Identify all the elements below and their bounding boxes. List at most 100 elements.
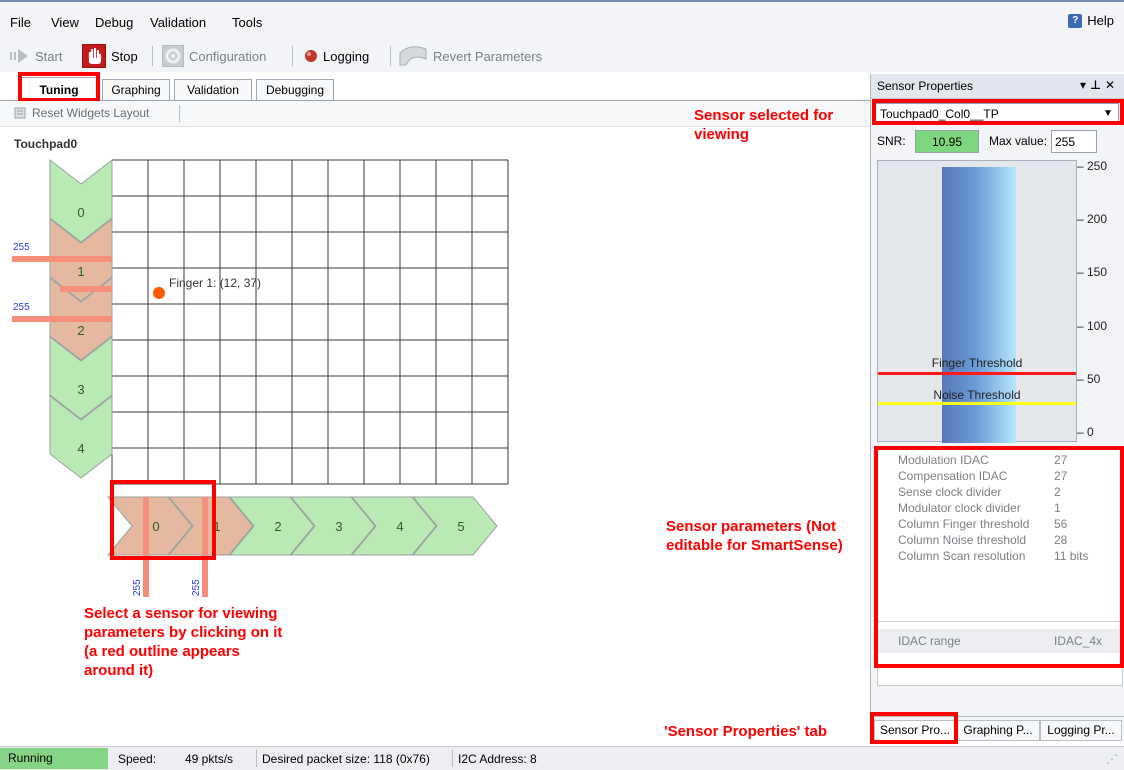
finger-threshold-label: Finger Threshold (931, 356, 1023, 371)
scale-tick-label: – 50 (1077, 371, 1101, 386)
row-sensor-label: 1 (77, 264, 84, 279)
finger-position-label: Finger 1: (12, 37) (169, 276, 261, 290)
scale-tick-label: – 0 (1077, 425, 1094, 439)
panel-title: Sensor Properties (877, 79, 974, 93)
snr-row: SNR: 10.95 Max value: 255 (875, 130, 1121, 154)
revert-parameters-button[interactable]: Revert Parameters (398, 44, 542, 68)
reset-widgets-layout-label: Reset Widgets Layout (32, 106, 150, 120)
max-value-label: Max value: (989, 134, 1048, 148)
column-sensor-label: 3 (335, 519, 342, 534)
toolbar: Start Stop Configuration Logging Revert … (0, 40, 1124, 72)
record-icon (305, 50, 317, 62)
column-sensor-label: 2 (274, 519, 281, 534)
revert-label: Revert Parameters (433, 48, 543, 64)
column-sensor-label: 4 (396, 519, 403, 534)
panel-header: Sensor Properties ▾⊥✕ (871, 74, 1124, 99)
touchpad-widget: 01234 012345 255255255 255 Finger 1: (12,… (12, 158, 509, 597)
row-sensor-label: 0 (77, 205, 84, 220)
speed-label: Speed: (118, 752, 157, 766)
start-arrow-icon (10, 49, 28, 63)
scale-tick-label: – 200 (1077, 212, 1108, 227)
toolbar-separator (292, 46, 293, 66)
toolbar-separator (390, 46, 391, 66)
touchpad-grid (111, 159, 509, 485)
signal-scale: – 250 – 200 – 150 – 100 – 50 – 0 (1077, 159, 1124, 442)
tab-graphing[interactable]: Graphing (102, 79, 170, 100)
help-book-icon: ? (1068, 13, 1083, 28)
panel-window-controls[interactable]: ▾⊥✕ (1080, 78, 1119, 92)
annotation-sensor-parameters: Sensor parameters (Not editable for Smar… (666, 518, 843, 554)
dropdown-arrow-icon[interactable]: ▾ (1080, 78, 1090, 92)
scale-tick-label: – 100 (1077, 318, 1108, 333)
menu-view[interactable]: View (51, 15, 79, 30)
stop-hand-icon (82, 44, 106, 68)
row-sensor-label: 2 (77, 323, 84, 338)
tuning-tab-highlight (18, 72, 100, 102)
row-signal-bar (60, 286, 112, 292)
widget-title: Touchpad0 (14, 137, 78, 151)
status-separator (256, 750, 257, 767)
menu-debug[interactable]: Debug (95, 15, 133, 30)
column-signal-value: 255 (191, 579, 202, 596)
logging-label: Logging (323, 48, 370, 64)
toolbar-separator (179, 105, 180, 122)
finger-threshold-line (878, 372, 1076, 376)
menu-tools[interactable]: Tools (232, 15, 262, 30)
row-signal-bar (12, 256, 112, 262)
status-bar: Running Speed: 49 pkts/s Desired packet … (0, 746, 1124, 770)
tab-validation[interactable]: Validation (174, 79, 252, 100)
tab-debugging[interactable]: Debugging (256, 79, 334, 100)
row-signal-value: 255 (13, 242, 30, 253)
pin-icon[interactable]: ⊥ (1090, 78, 1105, 92)
sensor-parameters-highlight (874, 446, 1124, 668)
scale-tick-label: – 150 (1077, 265, 1108, 280)
row-signal-value: 255 (13, 302, 30, 313)
configuration-label: Configuration (189, 48, 267, 64)
sensor-properties-tab-highlight (870, 712, 958, 744)
tab-logging-properties[interactable]: Logging Pr... (1040, 720, 1122, 741)
stop-button[interactable]: Stop (82, 44, 138, 68)
revert-icon (399, 46, 427, 66)
selected-sensor-outline (110, 480, 216, 560)
start-label: Start (35, 48, 63, 64)
column-signal-value: 255 (132, 579, 143, 596)
noise-threshold-line (878, 402, 1076, 406)
menu-validation[interactable]: Validation (150, 15, 206, 30)
annotation-sensor-selected: Sensor selected for viewing (694, 107, 834, 143)
document-tabs: Tuning Graphing Validation Debugging (0, 72, 870, 101)
snr-value: 10.95 (915, 130, 979, 153)
help-label: Help (1087, 13, 1114, 28)
menu-bar: File View Debug Validation Tools ? Help (0, 0, 1124, 40)
menu-file[interactable]: File (10, 15, 31, 30)
noise-threshold-label: Noise Threshold (933, 388, 1021, 403)
status-running: Running (0, 748, 108, 769)
column-sensor-label: 5 (457, 519, 464, 534)
configuration-icon (162, 45, 184, 67)
resize-grip-icon[interactable]: ⋰ (1106, 752, 1118, 766)
signal-bar-chart: Finger Threshold Noise Threshold (877, 160, 1077, 443)
configuration-button[interactable]: Configuration (162, 44, 266, 68)
logging-button[interactable]: Logging (304, 44, 369, 68)
speed-value: 49 pkts/s (185, 752, 234, 766)
tab-graphing-properties[interactable]: Graphing P... (956, 720, 1040, 741)
close-icon[interactable]: ✕ (1105, 78, 1119, 92)
annotation-sensor-properties-tab: 'Sensor Properties' tab (664, 723, 828, 740)
stop-label: Stop (111, 48, 138, 64)
reset-layout-icon (14, 107, 26, 119)
annotation-select-sensor: Select a sensor for viewing parameters b… (84, 605, 283, 679)
finger-marker (153, 287, 165, 299)
reset-widgets-layout-button[interactable]: Reset Widgets Layout (14, 106, 149, 120)
packet-size: Desired packet size: 118 (0x76) (262, 752, 430, 766)
help-menu[interactable]: ? Help (1068, 13, 1114, 28)
snr-label: SNR: (877, 134, 906, 148)
max-value-field[interactable]: 255 (1051, 130, 1097, 153)
start-button[interactable]: Start (10, 44, 62, 68)
scale-tick-label: – 250 (1077, 159, 1108, 173)
status-separator (452, 750, 453, 767)
sensor-select-highlight (872, 99, 1124, 125)
row-sensor-label: 4 (77, 441, 84, 456)
i2c-address: I2C Address: 8 (458, 752, 537, 766)
row-sensor-label: 3 (77, 382, 84, 397)
toolbar-separator (152, 46, 153, 66)
row-signal-bar (12, 316, 112, 322)
